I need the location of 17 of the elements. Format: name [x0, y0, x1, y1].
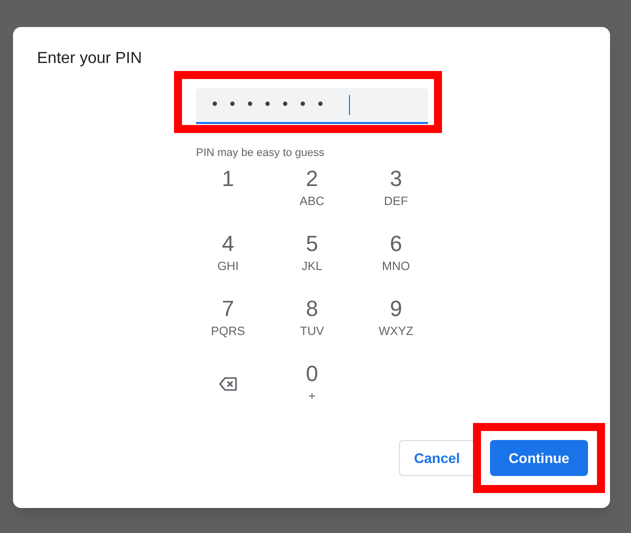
keypad-key[interactable]: 7 PQRS [186, 294, 270, 359]
cancel-button[interactable]: Cancel [399, 440, 475, 476]
pin-field[interactable]: ••••••• [196, 88, 428, 124]
keypad-key[interactable]: 5 JKL [270, 229, 354, 294]
keypad-key[interactable]: 8 TUV [270, 294, 354, 359]
keypad-key[interactable]: 9 WXYZ [354, 294, 438, 359]
keypad-key[interactable]: 2 ABC [270, 164, 354, 229]
hint-text: PIN may be easy to guess [196, 147, 324, 159]
keypad-key[interactable]: 3 DEF [354, 164, 438, 229]
keypad-key[interactable]: 4 GHI [186, 229, 270, 294]
keypad-key[interactable]: 1 [186, 164, 270, 229]
text-cursor [349, 95, 350, 115]
continue-button[interactable]: Continue [490, 440, 588, 476]
keypad-key[interactable]: 6 MNO [354, 229, 438, 294]
keypad-key[interactable]: 0 + [270, 359, 354, 424]
dialog-title: Enter your PIN [37, 50, 142, 67]
backspace-icon[interactable] [219, 377, 237, 391]
